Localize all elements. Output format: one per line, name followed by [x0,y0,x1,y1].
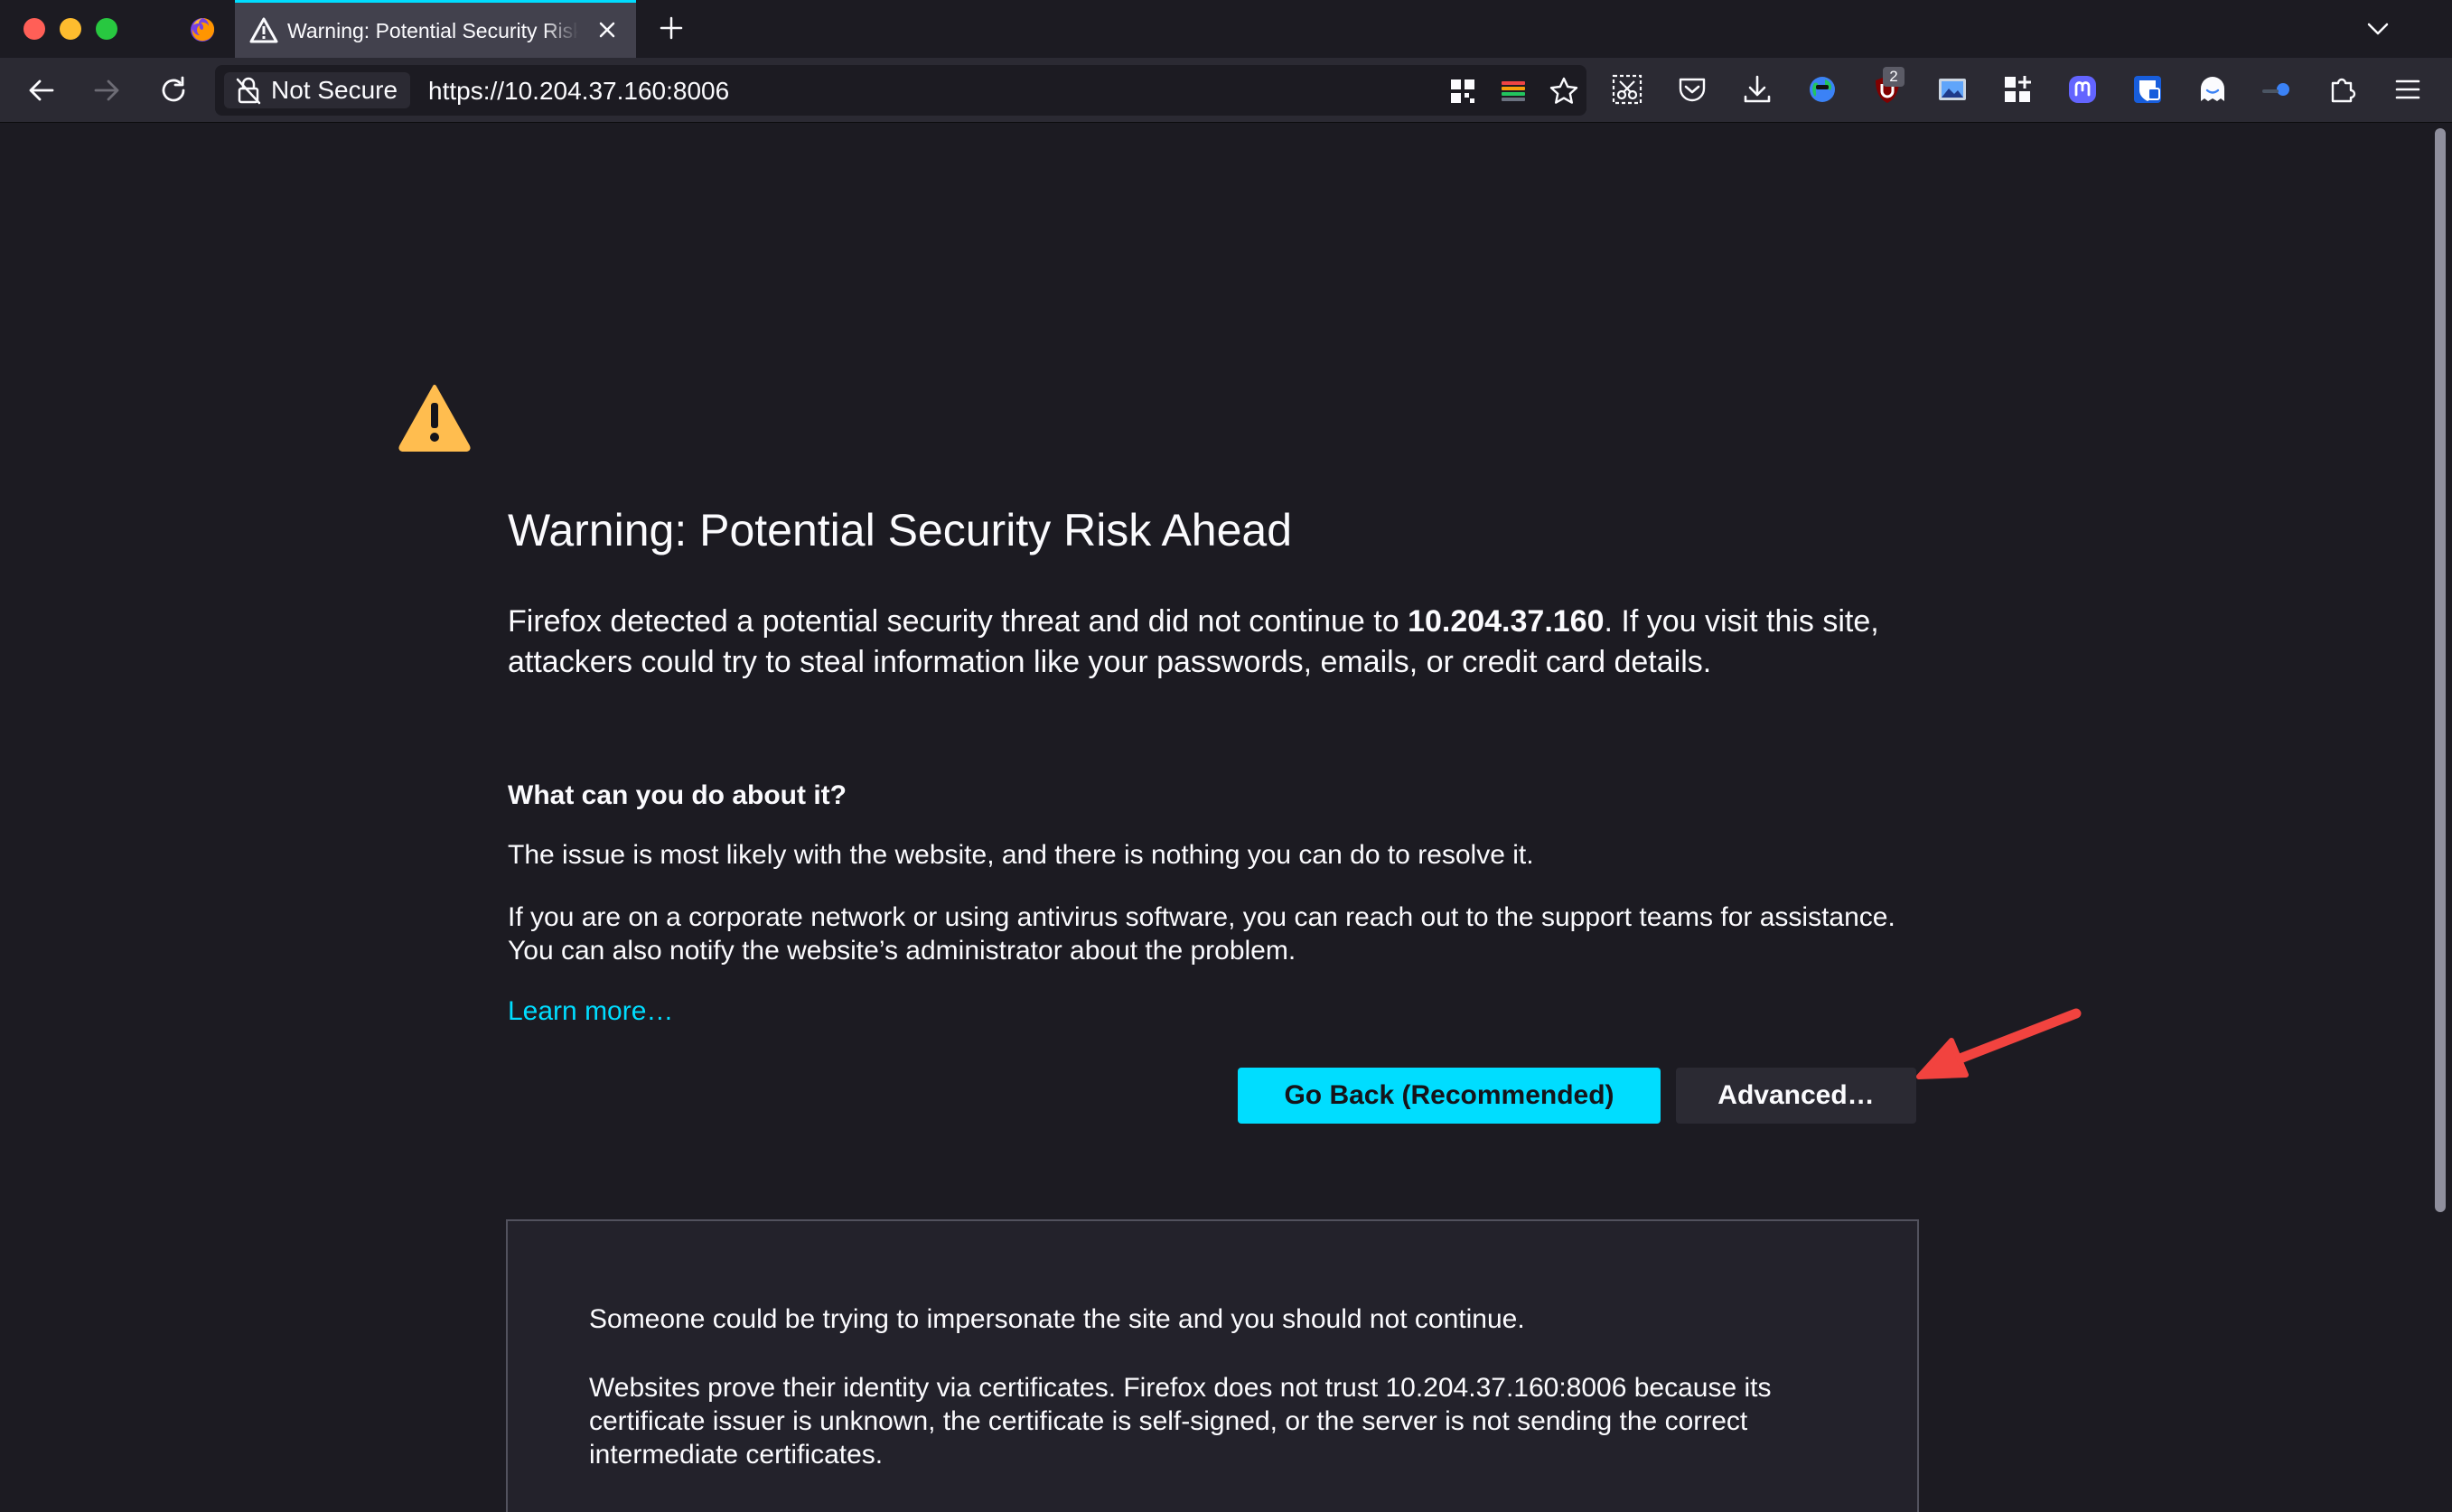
vertical-scrollbar[interactable] [2430,123,2452,1512]
back-arrow-icon[interactable] [25,74,58,107]
intro-paragraph: Firefox detected a potential security th… [508,602,1890,683]
downloads-icon[interactable] [1740,72,1774,107]
ghost-chat-icon[interactable] [2195,72,2230,107]
warning-triangle-icon [249,16,278,45]
learn-more-link[interactable]: Learn more… [508,996,673,1027]
intro-host: 10.204.37.160 [1408,604,1605,639]
list-all-tabs-chevron-icon[interactable] [2365,16,2391,42]
scrollbar-thumb[interactable] [2435,128,2446,1212]
tab-close-icon[interactable] [594,17,620,42]
window-minimize-button[interactable] [60,18,81,40]
url-text[interactable]: https://10.204.37.160:8006 [428,77,729,106]
broken-lock-icon [236,77,261,105]
bitwarden-icon[interactable] [2130,72,2165,107]
advanced-button[interactable]: Advanced… [1676,1068,1916,1124]
advanced-details-panel: Someone could be trying to impersonate t… [506,1219,1919,1512]
what-can-you-do-heading: What can you do about it? [508,780,847,810]
new-tab-icon[interactable] [658,14,685,42]
issue-paragraph: The issue is most likely with the websit… [508,840,1534,870]
reload-icon[interactable] [157,74,190,107]
screenshot-scissors-icon[interactable] [1610,72,1644,107]
browser-window: Warning: Potential Security Risk Ahead [0,0,2452,1512]
tab-title: Warning: Potential Security Risk Ahead [287,19,578,42]
navigation-toolbar: Not Secure https://10.204.37.160:8006 2 [0,58,2452,123]
ublock-badge-count: 2 [1883,67,1905,87]
image-extension-icon[interactable] [1935,72,1970,107]
go-back-button[interactable]: Go Back (Recommended) [1238,1068,1661,1124]
extensions-puzzle-icon[interactable] [2326,72,2360,107]
page-title: Warning: Potential Security Risk Ahead [508,505,1293,555]
corporate-network-paragraph: If you are on a corporate network or usi… [508,902,1895,966]
key-extension-icon[interactable] [2260,72,2295,107]
apps-grid-plus-icon[interactable] [2000,72,2035,107]
not-secure-indicator[interactable]: Not Secure [224,72,411,108]
hamburger-menu-icon[interactable] [2391,72,2425,107]
window-close-button[interactable] [23,18,45,40]
window-maximize-button[interactable] [96,18,117,40]
impersonate-paragraph: Someone could be trying to impersonate t… [589,1304,1525,1334]
intro-text-before: Firefox detected a potential security th… [508,604,1408,639]
annotation-arrow-icon [1914,1003,2085,1084]
pocket-icon[interactable] [1675,72,1709,107]
mastodon-icon[interactable] [2065,72,2100,107]
color-bars-extension-icon[interactable] [1498,76,1529,107]
not-secure-label: Not Secure [271,76,398,104]
url-bar[interactable]: Not Secure https://10.204.37.160:8006 [215,65,1586,116]
warning-triangle-icon [398,383,472,452]
earth-extension-icon[interactable] [1805,72,1839,107]
qr-code-icon[interactable] [1447,76,1478,107]
firefox-view-icon[interactable] [188,14,217,43]
bookmark-star-icon[interactable] [1549,76,1579,107]
certificate-paragraph: Websites prove their identity via certif… [589,1373,1772,1470]
tab-strip: Warning: Potential Security Risk Ahead [0,0,2452,58]
forward-arrow-icon[interactable] [90,74,123,107]
tab-security-warning[interactable]: Warning: Potential Security Risk Ahead [235,0,636,58]
